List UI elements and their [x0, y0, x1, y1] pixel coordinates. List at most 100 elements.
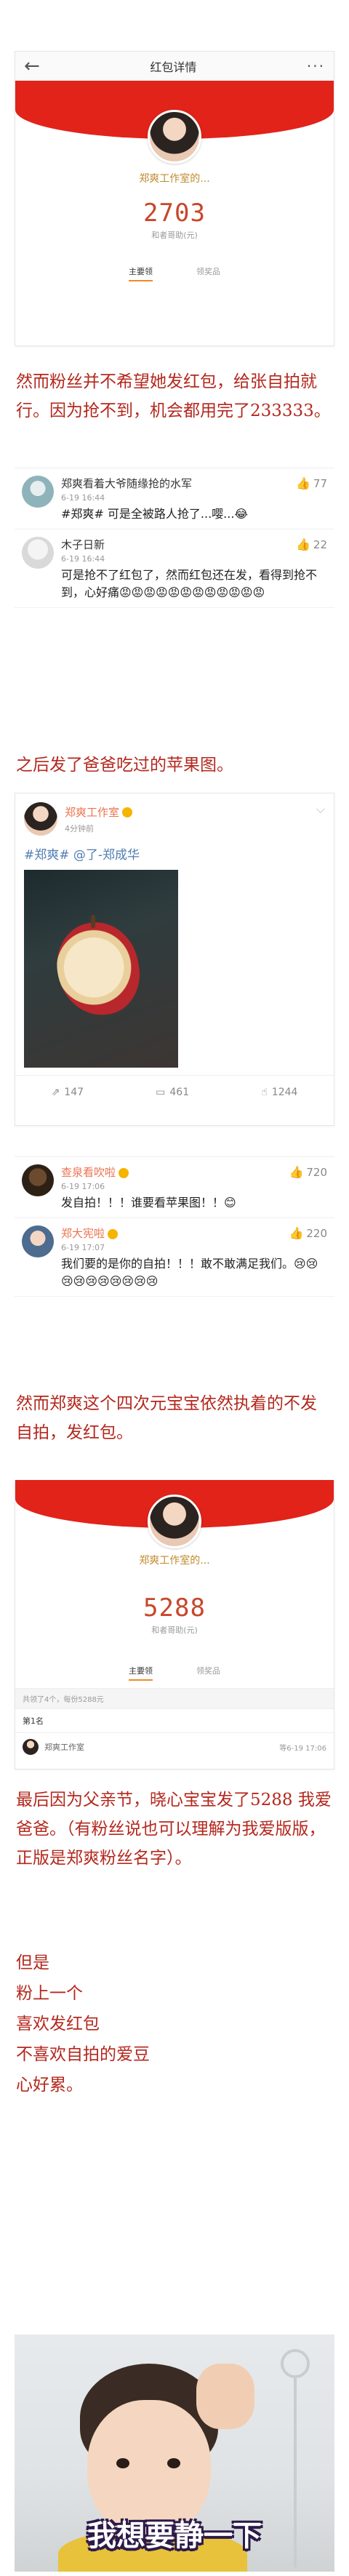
comment-text: #郑爽# 可是全被路人抢了...嘤...😂	[61, 507, 249, 521]
post-header: 郑爽工作室 4分钟前 ⌵	[15, 793, 334, 844]
child-hand	[196, 2364, 254, 2429]
apple-image	[51, 916, 145, 1021]
meme-image: 我想要静一下	[15, 2335, 334, 2572]
receiver-list-header: 第1名	[15, 1708, 334, 1732]
chevron-down-icon[interactable]: ⌵	[316, 802, 325, 817]
commentary-paragraph-1: 然而粉丝并不希望她发红包，给张自拍就行。因为抢不到，机会都用完了233333。	[16, 372, 331, 420]
comment-icon: ▭	[156, 1086, 166, 1098]
avatar	[23, 1739, 39, 1755]
comment-count: 461	[169, 1086, 190, 1098]
like-button[interactable]: ☝ 1244	[261, 1087, 297, 1098]
avatar	[22, 537, 54, 569]
closing-line: 不喜欢自拍的爱豆	[16, 2045, 150, 2064]
redpacket-amount: 2703	[143, 199, 206, 228]
vip-badge-icon	[122, 807, 133, 817]
comment-text: 我们要的是你的自拍！！！敢不敢满足我们。😢😢😢😢😢😢😢😢😢😢	[61, 1257, 318, 1288]
comment-list-1: 郑爽看着大爷随缘抢的水军 👍 77 6-19 16:44 #郑爽# 可是全被路人抢…	[15, 468, 334, 608]
comment-author[interactable]: 郑大宪啦	[61, 1225, 119, 1241]
tab-other[interactable]: 领奖品	[196, 265, 220, 281]
like-count: 720	[306, 1165, 327, 1179]
post-author-name: 郑爽工作室	[65, 805, 120, 819]
child-eye	[167, 2458, 180, 2468]
comment-author[interactable]: 查泉看吹啦	[61, 1164, 129, 1180]
repost-button[interactable]: ⇗ 147	[52, 1087, 84, 1098]
redpacket-header	[15, 1480, 334, 1548]
comment-item: 查泉看吹啦 👍 720 6-19 17:06 发自拍！！！谁要看苹果图！！😊	[15, 1157, 334, 1218]
closing-line: 心好累。	[16, 2076, 83, 2095]
amount-unit: 和者哥助(元)	[151, 1625, 198, 1635]
comment-author[interactable]: 木子日新	[61, 537, 105, 552]
comment-time: 6-19 16:44	[61, 493, 105, 503]
closing-lines: 但是 粉上一个 喜欢发红包 不喜欢自拍的爱豆 心好累。	[16, 1948, 333, 2100]
avatar	[148, 1495, 201, 1548]
repost-icon: ⇗	[51, 1086, 60, 1098]
post-text: #郑爽# @了-郑成华	[24, 848, 140, 863]
receiver-list-info: 共领了4个，每份5288元	[15, 1688, 334, 1708]
apple-photo[interactable]	[24, 870, 178, 1068]
tab-other[interactable]: 领奖品	[196, 1665, 220, 1681]
comment-time: 6-19 17:06	[61, 1182, 105, 1191]
redpacket-screenshot-2: 郑爽工作室的... 5288 和者哥助(元) 主要领 领奖品 共领了4个，每份5…	[15, 1480, 334, 1769]
like-button[interactable]: 👍 77	[296, 476, 327, 490]
like-button[interactable]: 👍 220	[289, 1226, 327, 1240]
redpacket-screenshot-1: ← 红包详情 ··· 郑爽工作室的... 2703 和者哥助(元) 主要领 领奖…	[15, 51, 334, 346]
comment-time: 6-19 16:44	[61, 554, 105, 564]
page-title: 红包详情	[150, 60, 197, 74]
apple-stem	[91, 915, 95, 928]
meme-caption: 我想要静一下	[87, 2519, 262, 2553]
avatar	[22, 1164, 54, 1196]
comment-author-name: 查泉看吹啦	[61, 1166, 116, 1179]
like-count: 220	[306, 1226, 327, 1240]
thumbs-up-icon: 👍	[295, 537, 310, 551]
avatar	[24, 802, 57, 836]
thumbs-up-icon: ☝	[261, 1086, 268, 1098]
tab-received[interactable]: 主要领	[129, 265, 153, 281]
thumbs-up-icon: 👍	[289, 1165, 304, 1179]
post-time: 4分钟前	[65, 823, 94, 833]
commentary-paragraph-4: 最后因为父亲节，晓心宝宝发了5288 我爱爸爸。（有粉丝说也可以理解为我爱版版，…	[16, 1791, 332, 1868]
like-button[interactable]: 👍 22	[296, 537, 327, 551]
closing-line: 喜欢发红包	[16, 2015, 100, 2033]
comment-text: 发自拍！！！谁要看苹果图！！😊	[61, 1196, 236, 1209]
redpacket-navbar: ← 红包详情 ···	[15, 52, 334, 81]
redpacket-tabs: 主要领 领奖品	[15, 241, 334, 281]
avatar	[22, 476, 54, 508]
thumbs-up-icon: 👍	[295, 476, 310, 490]
receiver-name: 郑爽工作室	[44, 1743, 84, 1752]
redpacket-tabs: 主要领 领奖品	[15, 1636, 334, 1681]
like-count: 77	[313, 476, 327, 490]
sender-name: 郑爽工作室的...	[139, 1555, 210, 1567]
closing-line: 但是	[16, 1953, 49, 1972]
back-arrow-icon[interactable]: ←	[24, 57, 40, 76]
comment-author-name: 郑大宪啦	[61, 1227, 105, 1240]
like-count: 1244	[271, 1086, 298, 1098]
post-author[interactable]: 郑爽工作室	[65, 804, 133, 820]
receiver-time: 等6-19 17:06	[279, 1744, 326, 1753]
child-eye	[116, 2458, 129, 2468]
tab-received[interactable]: 主要领	[129, 1665, 153, 1681]
redpacket-amount: 5288	[143, 1593, 206, 1623]
closing-line: 粉上一个	[16, 1984, 83, 2003]
like-count: 22	[313, 537, 327, 551]
sender-name: 郑爽工作室的...	[139, 173, 210, 185]
more-icon[interactable]: ···	[307, 57, 325, 75]
receiver-row[interactable]: 郑爽工作室 等6-19 17:06	[15, 1732, 334, 1761]
amount-unit: 和者哥助(元)	[151, 231, 198, 240]
avatar	[22, 1225, 54, 1257]
commentary-paragraph-3: 然而郑爽这个四次元宝宝依然执着的不发自拍，发红包。	[16, 1394, 317, 1442]
comment-item: 郑大宪啦 👍 220 6-19 17:07 我们要的是你的自拍！！！敢不敢满足我们…	[15, 1218, 334, 1297]
comment-item: 郑爽看着大爷随缘抢的水军 👍 77 6-19 16:44 #郑爽# 可是全被路人抢…	[15, 468, 334, 529]
comment-time: 6-19 17:07	[61, 1243, 105, 1252]
post-action-bar: ⇗ 147 ▭ 461 ☝ 1244	[15, 1075, 334, 1108]
comment-list-2: 查泉看吹啦 👍 720 6-19 17:06 发自拍！！！谁要看苹果图！！😊 郑大…	[15, 1156, 334, 1297]
page: ← 红包详情 ··· 郑爽工作室的... 2703 和者哥助(元) 主要领 领奖…	[0, 0, 349, 2576]
commentary-paragraph-2: 之后发了爸爸吃过的苹果图。	[16, 756, 233, 775]
vip-badge-icon	[119, 1167, 129, 1178]
weibo-post-screenshot: 郑爽工作室 4分钟前 ⌵ #郑爽# @了-郑成华 ⇗ 147 ▭ 461 ☝ 1244	[15, 793, 334, 1126]
thumbs-up-icon: 👍	[289, 1226, 304, 1240]
avatar	[148, 110, 201, 164]
comment-author[interactable]: 郑爽看着大爷随缘抢的水军	[61, 476, 192, 491]
repost-count: 147	[64, 1086, 84, 1098]
comment-button[interactable]: ▭ 461	[156, 1087, 189, 1098]
like-button[interactable]: 👍 720	[289, 1165, 327, 1179]
